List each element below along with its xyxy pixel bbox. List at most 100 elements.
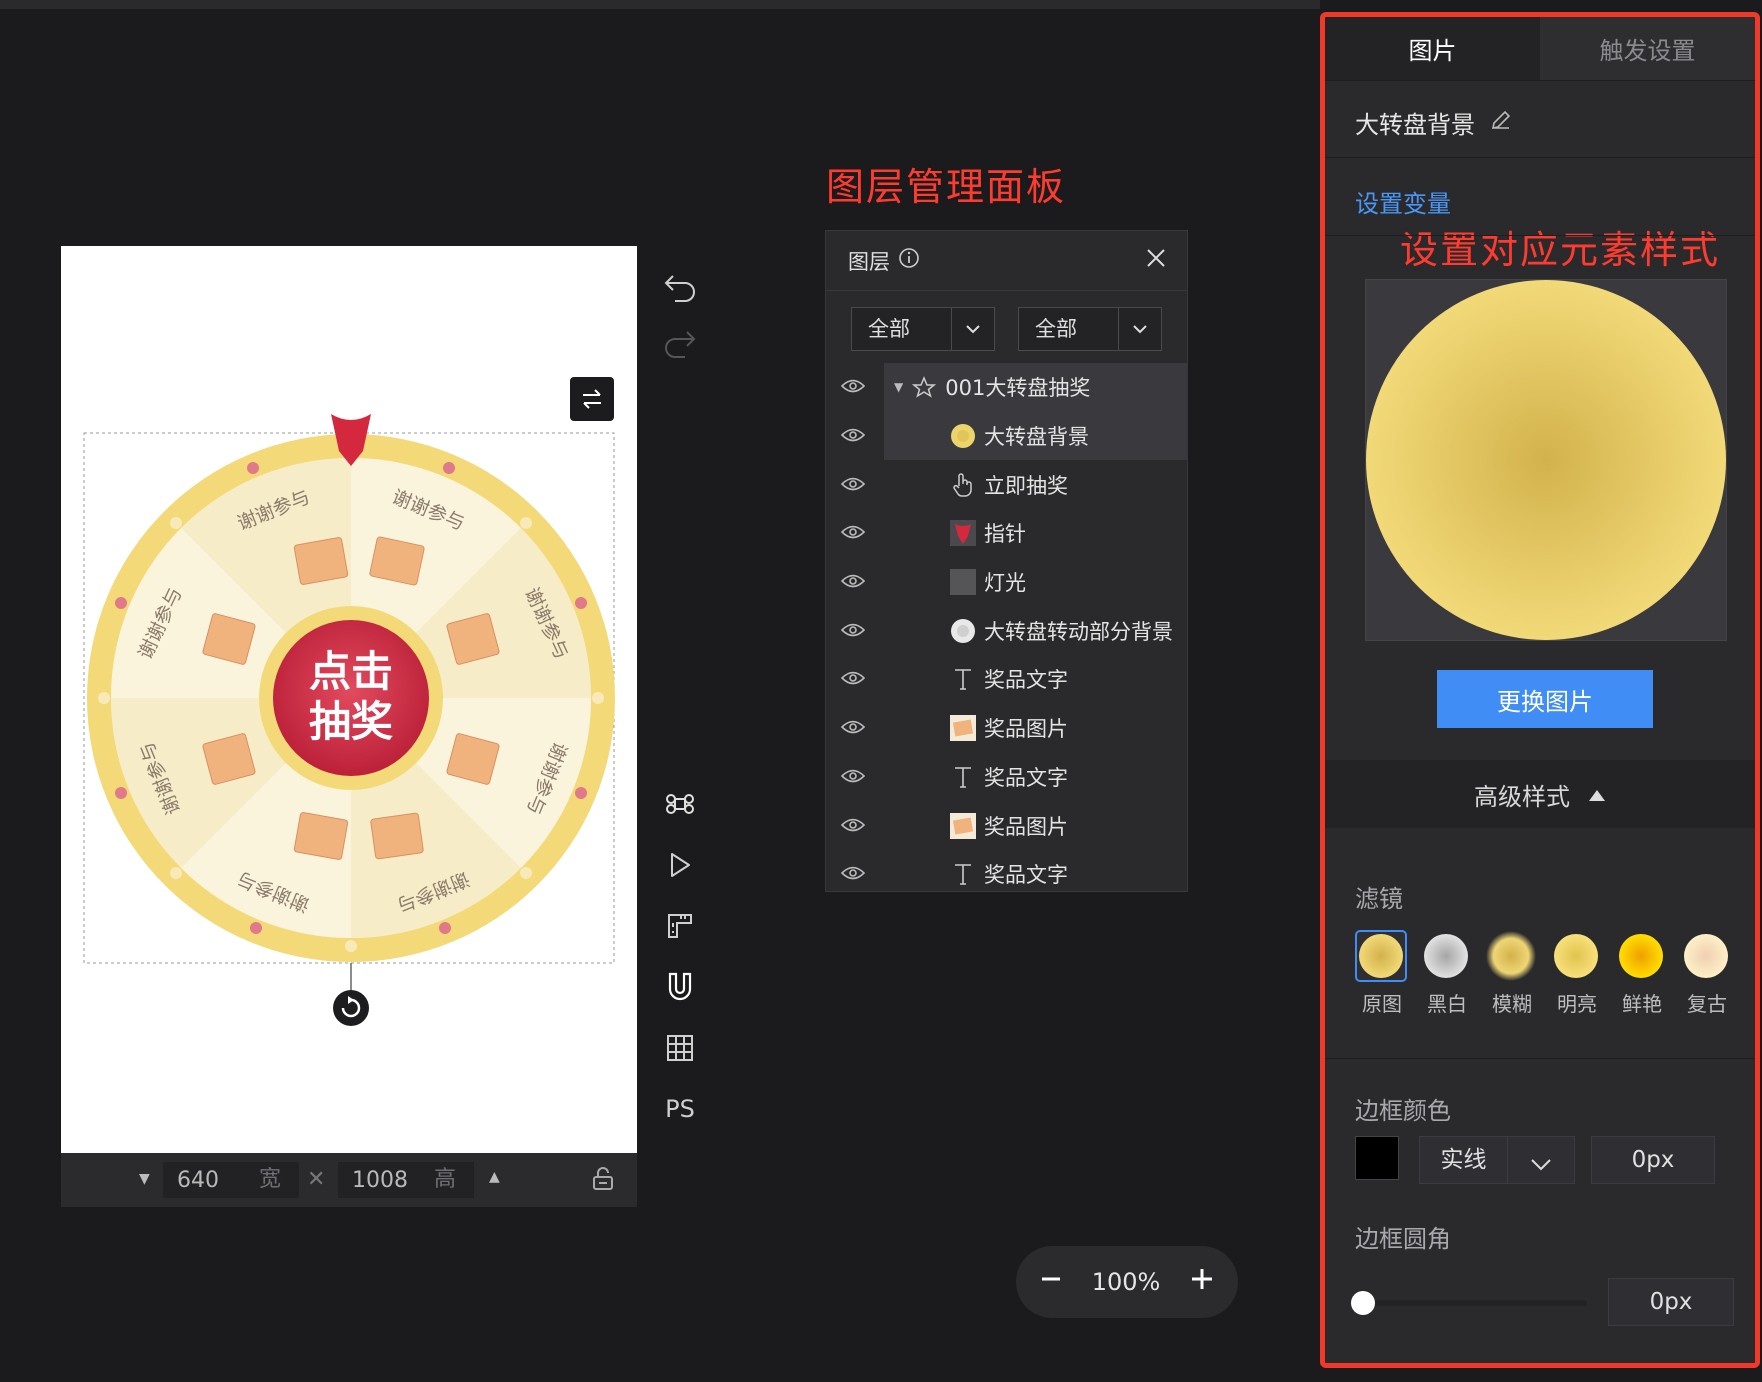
filter-label-blur: 模糊 [1492,992,1532,1016]
unlock-icon[interactable] [591,1167,615,1195]
set-variable-link[interactable]: 设置变量 [1355,184,1451,219]
preview-image [1366,280,1726,640]
zoom-out-button[interactable] [1040,1268,1062,1296]
draw-button-label-2: 抽奖 [309,697,393,746]
filter-grayscale[interactable]: 黑白 [1420,930,1474,1017]
ruler-icon[interactable] [660,906,700,946]
height-value: 1008 [352,1167,408,1193]
layer-label: 灯光 [984,571,1026,596]
text-icon [950,764,976,790]
caret-down-icon[interactable]: ▼ [894,380,903,394]
shortcut-command-icon[interactable] [660,784,700,824]
zoom-in-button[interactable] [1190,1267,1214,1297]
layer-label: 指针 [984,522,1026,547]
layer-row[interactable]: 灯光 [826,558,1187,607]
undo-icon[interactable] [660,267,700,307]
border-style-select[interactable]: 实线 [1419,1136,1575,1184]
layer-label: 奖品图片 [984,814,1068,839]
tab-trigger-settings[interactable]: 触发设置 [1540,17,1755,80]
top-strip [0,0,1320,9]
filter-vintage[interactable]: 复古 [1680,930,1734,1017]
filter-original[interactable]: 原图 [1355,930,1409,1017]
eye-icon[interactable] [840,523,869,543]
rotate-handle[interactable] [333,990,369,1026]
draw-button-label-1: 点击 [309,647,393,696]
filter-label-vivid: 鲜艳 [1622,992,1662,1016]
play-preview-icon[interactable] [660,845,700,885]
grid-icon[interactable] [660,1028,700,1068]
eye-icon[interactable] [840,864,869,884]
layer-label: 奖品文字 [984,863,1068,888]
border-width-input[interactable]: 0px [1591,1136,1715,1184]
info-icon[interactable] [898,247,920,274]
eye-icon[interactable] [840,816,869,836]
layer-label: 大转盘背景 [984,425,1089,450]
layer-row[interactable]: 立即抽奖 [826,460,1187,509]
layer-row[interactable]: 指针 [826,509,1187,558]
caret-up-icon [1588,780,1606,808]
border-radius-slider-handle[interactable] [1351,1291,1375,1315]
eye-icon[interactable] [840,426,869,446]
eye-icon[interactable] [840,572,869,592]
filter-vivid[interactable]: 鲜艳 [1615,930,1669,1017]
eye-icon[interactable] [840,621,869,641]
property-panel: 图片 触发设置 大转盘背景 设置变量 设置对应元素样式 更换图片 高级样式 滤镜… [1320,12,1760,1368]
layer-row[interactable]: 奖品文字 [826,655,1187,704]
light-thumb-icon [950,569,976,596]
layer-row[interactable]: 奖品图片 [826,704,1187,753]
lucky-wheel-graphic[interactable]: 谢谢参与 谢谢参与 谢谢参与 谢谢参与 谢谢参与 谢谢参与 谢谢参与 谢谢参与 … [61,246,637,1153]
layer-panel-header: 图层 [826,231,1187,291]
width-input[interactable]: 640 宽 [163,1162,299,1198]
height-input[interactable]: 1008 高 [338,1162,474,1198]
zoom-control: 100% [1016,1246,1238,1318]
pointer-thumb-icon [950,520,976,547]
border-radius-slider-track[interactable] [1355,1300,1587,1306]
eye-icon[interactable] [840,475,869,495]
layer-row[interactable]: 奖品图片 [826,801,1187,850]
layer-label: 奖品图片 [984,717,1068,742]
property-tabs: 图片 触发设置 [1325,17,1755,81]
swap-icon[interactable] [570,377,614,421]
annotation-layer-panel: 图层管理面板 [826,165,1067,209]
box-thumb-icon [950,715,976,742]
caret-down-icon[interactable]: ▼ [139,1171,150,1187]
border-color-swatch[interactable] [1355,1136,1399,1180]
layer-row[interactable]: 大转盘转动部分背景 [826,606,1187,655]
layer-label: 立即抽奖 [984,473,1068,498]
layer-panel: 图层 全部 全部 ▼ 001大转盘抽奖 大转盘背景 立即抽奖 指针 灯光 大转盘… [825,230,1188,892]
image-preview [1365,279,1727,641]
eye-icon[interactable] [840,377,869,397]
eye-icon[interactable] [840,718,869,738]
layer-label: 奖品文字 [984,765,1068,790]
layer-filter-select-1[interactable]: 全部 [851,307,995,351]
layer-row[interactable]: 奖品文字 [826,753,1187,802]
eye-icon[interactable] [840,669,869,689]
border-style-value: 实线 [1420,1137,1508,1183]
filter-bright[interactable]: 明亮 [1550,930,1604,1017]
text-icon [950,861,976,887]
filter-label-original: 原图 [1362,992,1402,1016]
zoom-value: 100% [1091,1268,1161,1296]
layer-row[interactable]: ▼ 001大转盘抽奖 [826,363,1187,412]
layer-row[interactable]: 奖品文字 [826,850,1187,891]
ps-import-button[interactable]: PS [660,1089,700,1129]
element-name: 大转盘背景 [1355,111,1475,139]
image-thumb-icon [950,423,976,449]
advanced-style-label: 高级样式 [1474,782,1570,811]
layer-filter-select-2[interactable]: 全部 [1018,307,1162,351]
magnet-snap-icon[interactable] [660,967,700,1007]
edit-pencil-icon[interactable] [1489,108,1513,138]
eye-icon[interactable] [840,767,869,787]
replace-image-button[interactable]: 更换图片 [1437,670,1653,728]
layer-row[interactable]: 大转盘背景 [826,411,1187,461]
chevron-down-icon [1119,324,1161,334]
caret-up-icon[interactable]: ▲ [489,1169,500,1185]
close-icon[interactable] [1145,247,1167,274]
filter-label-vintage: 复古 [1687,992,1727,1016]
tab-image[interactable]: 图片 [1325,17,1540,80]
chevron-down-icon [952,324,994,334]
border-radius-input[interactable]: 0px [1608,1278,1734,1326]
advanced-style-toggle[interactable]: 高级样式 [1325,760,1755,828]
filter-blur[interactable]: 模糊 [1485,930,1539,1017]
redo-icon[interactable] [660,323,700,363]
